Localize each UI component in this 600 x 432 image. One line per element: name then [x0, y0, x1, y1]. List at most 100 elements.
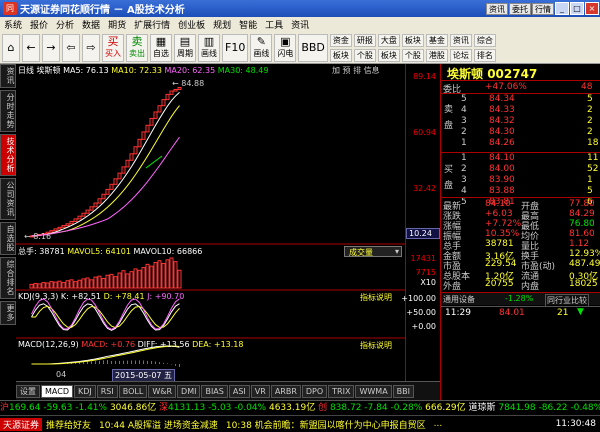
research-button[interactable]: 研报 [353, 33, 376, 47]
tab-bbi[interactable]: BBI [392, 384, 415, 398]
nav-more[interactable]: 更多 [0, 301, 16, 325]
news-item-2[interactable]: 10:38 机会前瞻：新盟园以喀什为中心申报自贸区 [226, 418, 426, 431]
ranking-button[interactable]: 排名 [473, 48, 496, 62]
candle [53, 228, 58, 232]
fund-button[interactable]: 资金 [329, 33, 352, 47]
bbd-button[interactable]: BBD [298, 33, 328, 62]
recommend-link[interactable]: 推荐给好友 [46, 418, 91, 431]
chart-area[interactable]: 日线 埃斯顿 MA5: 76.13 MA10: 72.33 MA20: 62.3… [16, 64, 406, 382]
menu-ext-market[interactable]: 扩展行情 [130, 18, 174, 31]
stock-name: 埃斯顿 [447, 67, 484, 81]
buy-price: 83.88 [489, 186, 515, 196]
forward-button[interactable]: → [42, 33, 60, 62]
sell-label-2: 盘 [444, 121, 454, 131]
tab-rsi[interactable]: RSI [96, 384, 118, 398]
single-stock-button[interactable]: 个股 [401, 48, 424, 62]
volume-bar [177, 269, 182, 289]
news-button[interactable]: 资讯 [486, 2, 508, 15]
next-button[interactable]: ⇨ [82, 33, 100, 62]
pen-button[interactable]: ✎ 画线 [250, 33, 273, 62]
nav-ranking[interactable]: 综合排名 [0, 257, 16, 299]
flash-button[interactable]: ▣ 闪电 [274, 33, 297, 62]
tab-boll[interactable]: BOLL [118, 384, 148, 398]
forum-button[interactable]: 论坛 [449, 48, 472, 62]
board-button[interactable]: 板块 [377, 48, 400, 62]
candle [117, 172, 122, 180]
toolbar: ⌂ ← → ⇦ ⇨ 买买入 卖卖出 ▦ 自选 ▤ 周期 ▥ 画线 F10 ✎ 画线 ▣ 闪… [0, 32, 600, 64]
draw-button[interactable]: ▥ 画线 [198, 33, 220, 62]
stat-value: +6.03 [485, 209, 513, 219]
menu-tools[interactable]: 工具 [261, 18, 287, 31]
volume-bar [37, 283, 42, 289]
tab-arbr[interactable]: ARBR [270, 384, 301, 398]
menu-smart[interactable]: 智能 [235, 18, 261, 31]
order-button[interactable]: 委托 [509, 2, 531, 15]
market-button[interactable]: 行情 [532, 2, 554, 15]
volume-bar [61, 282, 66, 289]
toolbar-group-2: 研报 个股 [353, 33, 376, 63]
menu-analysis[interactable]: 分析 [52, 18, 78, 31]
sell-price: 84.34 [489, 94, 515, 104]
news-item-1[interactable]: 10:44 A股挥溢 进场资金减速 [99, 418, 218, 431]
tab-wr[interactable]: W&R [148, 384, 177, 398]
watchlist-button[interactable]: ▦ 自选 [150, 33, 172, 62]
volume-bar [113, 276, 118, 289]
candle [165, 93, 170, 101]
info-button[interactable]: 资讯 [449, 33, 472, 47]
tab-dpo[interactable]: DPO [301, 384, 328, 398]
related-bar: 通用设备 -1.28% 同行业比较 [441, 292, 600, 307]
sector-button[interactable]: 板块 [329, 48, 352, 62]
tab-wwma[interactable]: WWMA [355, 384, 392, 398]
period-button[interactable]: ▤ 周期 [174, 33, 196, 62]
overview-button[interactable]: 综合 [473, 33, 496, 47]
tab-vr[interactable]: VR [250, 384, 270, 398]
plate-button[interactable]: 板块 [401, 33, 424, 47]
kdj-help-link[interactable]: 指标说明 [360, 292, 392, 303]
ticker-item: 创 [315, 403, 330, 413]
hk-button[interactable]: 港股 [425, 48, 448, 62]
nav-company[interactable]: 公司资讯 [0, 178, 16, 220]
macd-help-link[interactable]: 指标说明 [360, 340, 392, 351]
back-button[interactable]: ← [22, 33, 40, 62]
home-button[interactable]: ⌂ [2, 33, 20, 62]
funds-button[interactable]: 基金 [425, 33, 448, 47]
tab-dmi[interactable]: DMI [177, 384, 201, 398]
minimize-icon[interactable]: _ [555, 2, 569, 15]
volume-bar [165, 259, 170, 289]
stock-button[interactable]: 个股 [353, 48, 376, 62]
nav-intraday[interactable]: 分时走势 [0, 90, 16, 132]
sell-button[interactable]: 卖卖出 [126, 33, 148, 62]
trade-price: 84.01 [499, 308, 525, 318]
menu-futures[interactable]: 期货 [104, 18, 130, 31]
tab-macd[interactable]: MACD [41, 384, 73, 398]
prev-button[interactable]: ⇦ [62, 33, 80, 62]
tab-bias[interactable]: BIAS [201, 384, 228, 398]
tab-trix[interactable]: TRIX [328, 384, 355, 398]
close-icon[interactable]: × [585, 2, 599, 15]
tab-[interactable]: 设置 [16, 384, 40, 398]
kline-svg [16, 87, 406, 367]
candle [157, 105, 162, 113]
candle [145, 124, 150, 133]
buy-button[interactable]: 买买入 [102, 33, 124, 62]
index-button[interactable]: 大盘 [377, 33, 400, 47]
menu-system[interactable]: 系统 [0, 18, 26, 31]
maximize-icon[interactable]: □ [570, 2, 584, 15]
nav-watchlist[interactable]: 自选股 [0, 222, 16, 255]
buy-level: 5 [461, 197, 467, 207]
nav-technical[interactable]: 技术分析 [0, 134, 16, 176]
menu-data[interactable]: 数据 [78, 18, 104, 31]
candle [101, 193, 106, 200]
menu-plan[interactable]: 规划 [209, 18, 235, 31]
menu-gem[interactable]: 创业板 [174, 18, 209, 31]
news-more[interactable]: ... [434, 419, 443, 429]
indicator-select[interactable]: 成交量 ▾ [344, 246, 402, 257]
nav-news[interactable]: 资讯 [0, 64, 16, 88]
pen-icon: ✎ [256, 35, 266, 48]
tab-asi[interactable]: ASI [228, 384, 250, 398]
ticker-item: -0.48% [570, 403, 600, 413]
tab-kdj[interactable]: KDJ [73, 384, 96, 398]
menu-info[interactable]: 资讯 [287, 18, 313, 31]
f10-button[interactable]: F10 [222, 33, 249, 62]
menu-quote[interactable]: 报价 [26, 18, 52, 31]
